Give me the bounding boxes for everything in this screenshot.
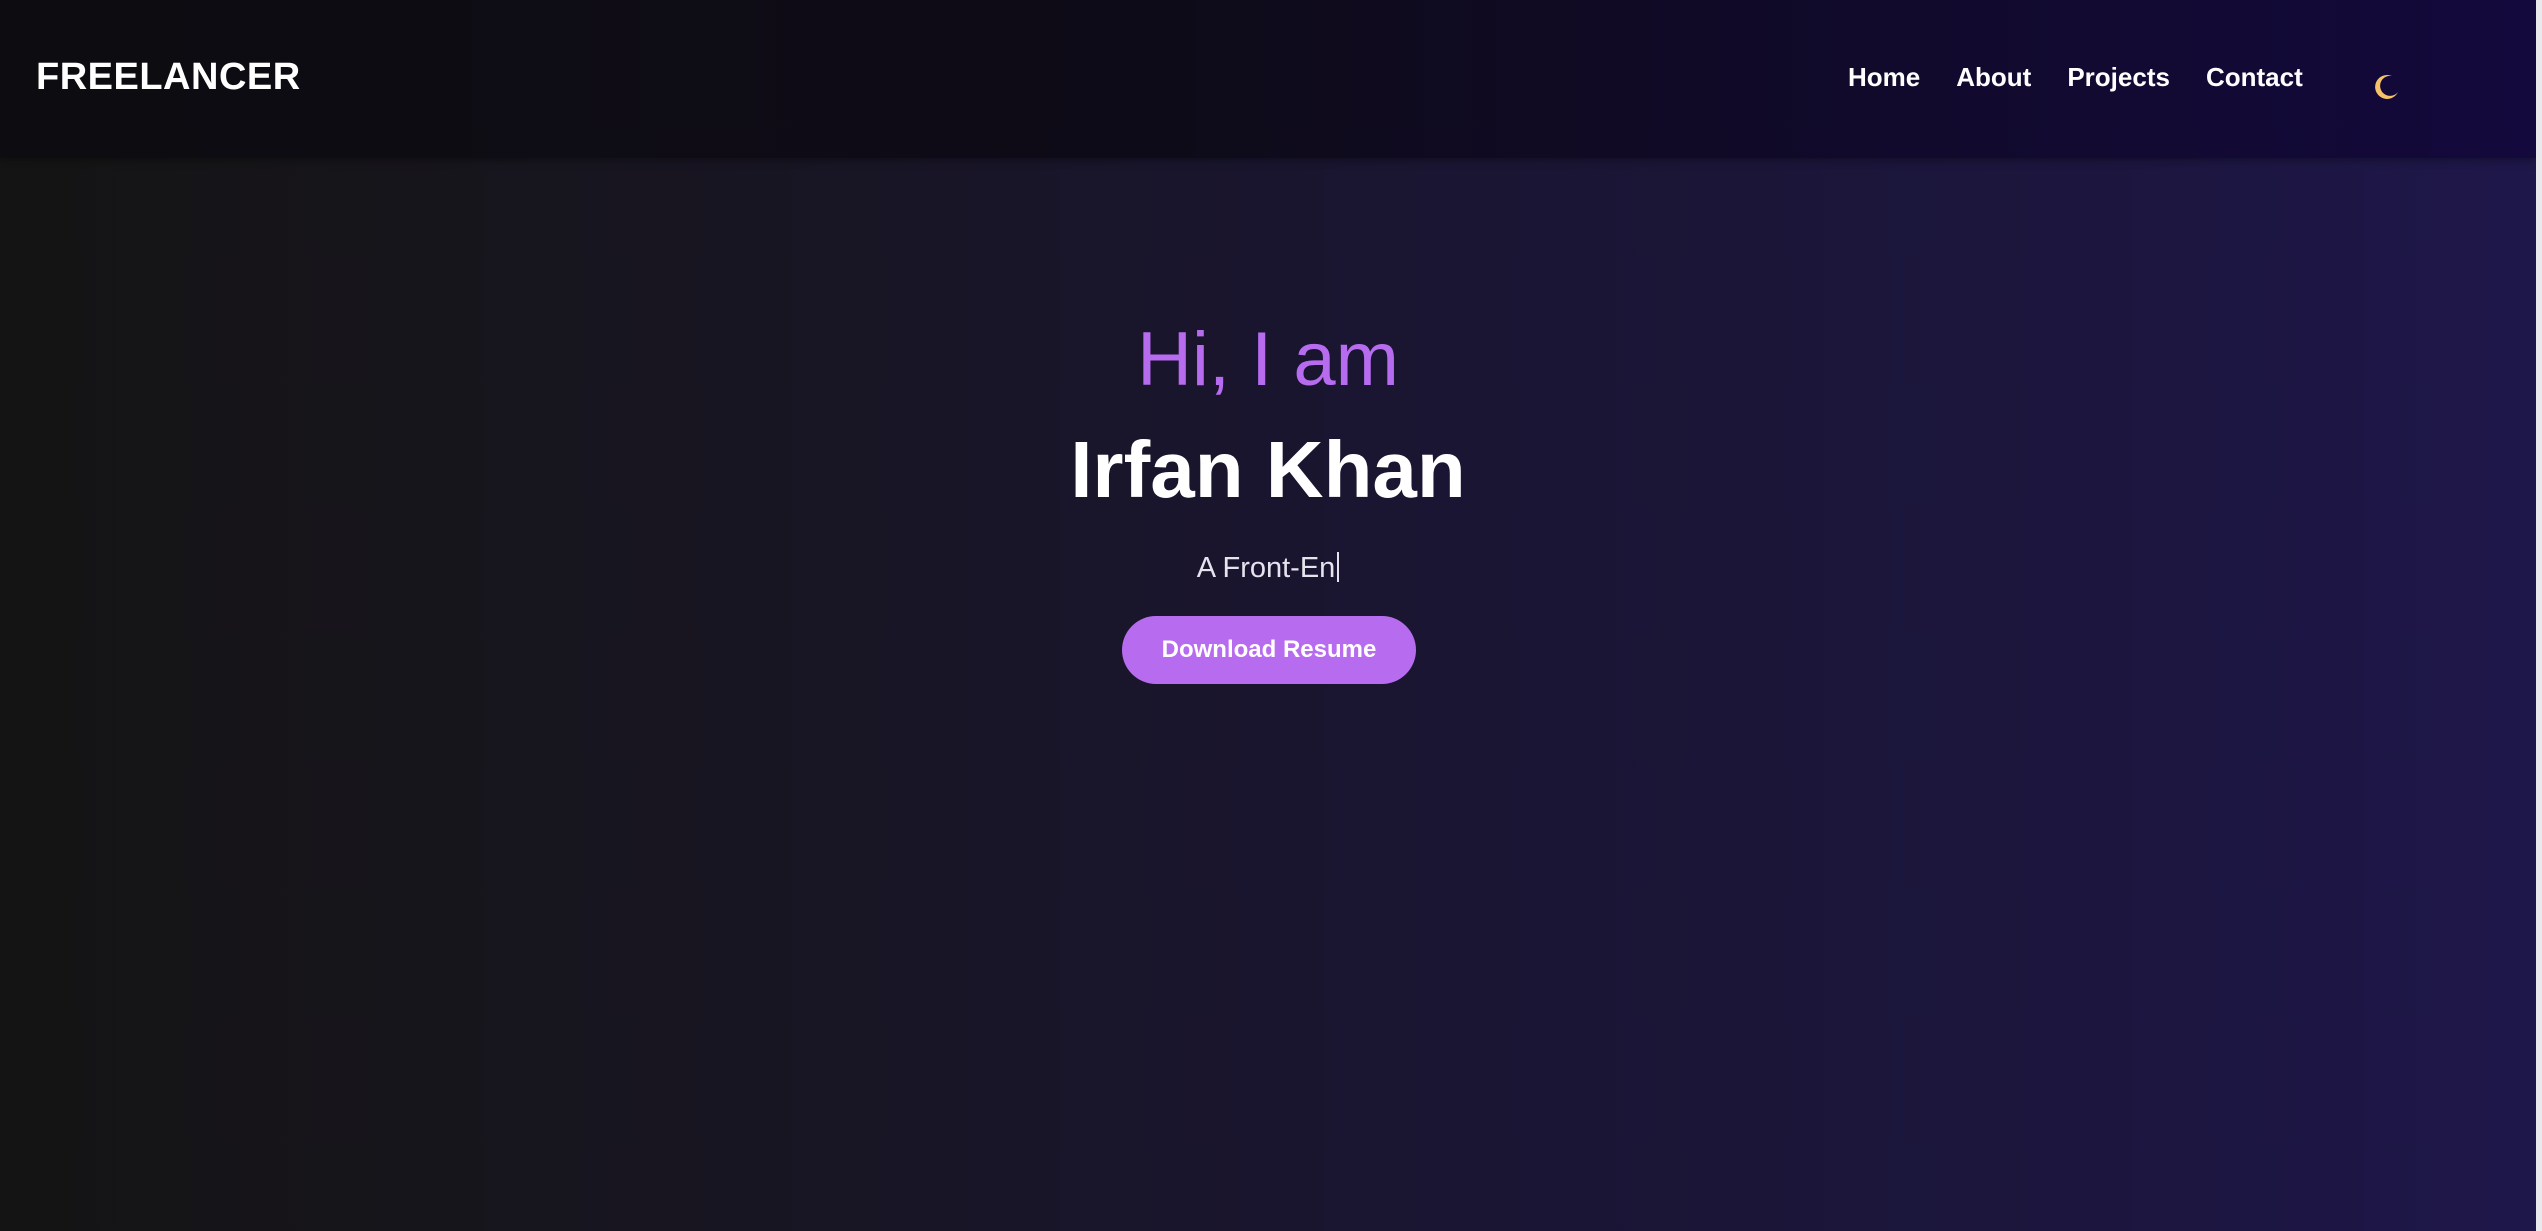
hero-greeting: Hi, I am <box>1137 317 1399 402</box>
download-resume-button[interactable]: Download Resume <box>1122 616 1416 684</box>
typing-cursor <box>1337 552 1340 582</box>
scrollbar[interactable] <box>2536 0 2542 1231</box>
hero-section: Hi, I am Irfan Khan A Front-En Download … <box>0 0 2536 1231</box>
typed-role-text: A Front-En <box>1196 552 1336 584</box>
hero-role: A Front-En <box>0 552 2536 583</box>
page: FREELANCER Home About Projects Contact H… <box>0 0 2542 1231</box>
hero-name: Irfan Khan <box>1070 425 1466 514</box>
